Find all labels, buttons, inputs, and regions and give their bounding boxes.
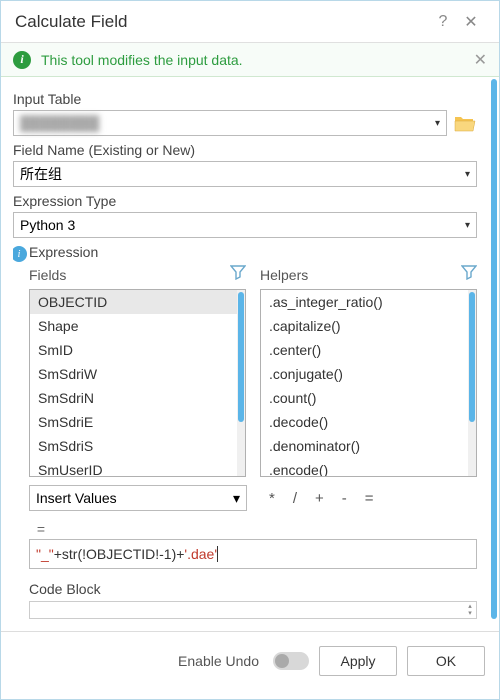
- window-title: Calculate Field: [15, 12, 429, 32]
- enable-undo-label: Enable Undo: [178, 653, 259, 669]
- close-icon[interactable]: ✕: [457, 12, 485, 32]
- input-table-value: ████████: [20, 115, 99, 131]
- filter-fields-icon[interactable]: [230, 264, 246, 285]
- field-name-label: Field Name (Existing or New): [13, 142, 477, 158]
- insert-values-dropdown[interactable]: Insert Values ▾: [29, 485, 247, 511]
- operator-button[interactable]: =: [365, 490, 374, 507]
- expression-label: Expression: [13, 244, 477, 260]
- chevron-down-icon: ▾: [233, 490, 240, 507]
- operator-button[interactable]: -: [342, 490, 347, 507]
- helpers-listbox[interactable]: .as_integer_ratio().capitalize().center(…: [260, 289, 477, 477]
- list-item[interactable]: SmSdriN: [30, 386, 237, 410]
- expression-type-value: Python 3: [20, 217, 75, 233]
- filter-helpers-icon[interactable]: [461, 264, 477, 285]
- helpers-panel-title: Helpers: [260, 267, 308, 283]
- operator-button[interactable]: *: [269, 490, 275, 507]
- list-item[interactable]: SmSdriS: [30, 434, 237, 458]
- list-item[interactable]: SmSdriE: [30, 410, 237, 434]
- list-item[interactable]: SmSdriW: [30, 362, 237, 386]
- input-table-dropdown[interactable]: ████████ ▾: [13, 110, 447, 136]
- expr-str1: "_": [36, 546, 54, 562]
- chevron-down-icon: ▾: [465, 220, 470, 231]
- list-item[interactable]: .count(): [261, 386, 468, 410]
- info-icon: i: [13, 51, 31, 69]
- info-banner-text: This tool modifies the input data.: [41, 52, 474, 68]
- list-item[interactable]: .as_integer_ratio(): [261, 290, 468, 314]
- operator-button[interactable]: +: [315, 490, 324, 507]
- code-block-input[interactable]: ▴▾: [29, 601, 477, 619]
- expression-type-dropdown[interactable]: Python 3 ▾: [13, 212, 477, 238]
- list-item[interactable]: .denominator(): [261, 434, 468, 458]
- field-name-value: 所在组: [20, 164, 62, 184]
- list-item[interactable]: Shape: [30, 314, 237, 338]
- scrollbar[interactable]: [468, 290, 476, 476]
- enable-undo-toggle[interactable]: [273, 652, 309, 670]
- dismiss-info-icon[interactable]: ✕: [474, 50, 487, 70]
- chevron-down-icon: ▾: [465, 169, 470, 180]
- code-block-label: Code Block: [13, 581, 477, 597]
- insert-values-label: Insert Values: [36, 490, 117, 506]
- expression-type-label: Expression Type: [13, 193, 477, 209]
- list-item[interactable]: .encode(): [261, 458, 468, 476]
- list-item[interactable]: .decode(): [261, 410, 468, 434]
- ok-button[interactable]: OK: [407, 646, 485, 676]
- browse-folder-icon[interactable]: [453, 112, 477, 134]
- help-icon[interactable]: ?: [429, 13, 457, 31]
- input-table-label: Input Table: [13, 91, 477, 107]
- list-item[interactable]: SmUserID: [30, 458, 237, 476]
- expr-text: +str(!OBJECTID!-1)+: [54, 546, 185, 562]
- fields-listbox[interactable]: OBJECTIDShapeSmIDSmSdriWSmSdriNSmSdriESm…: [29, 289, 246, 477]
- operator-button[interactable]: /: [293, 490, 297, 507]
- scrollbar[interactable]: ▴▾: [465, 603, 475, 617]
- chevron-down-icon: ▾: [435, 118, 440, 129]
- expression-input[interactable]: "_"+str(!OBJECTID!-1)+'.dae': [29, 539, 477, 569]
- expr-str2: '.dae': [184, 546, 217, 562]
- text-cursor: [217, 546, 218, 562]
- list-item[interactable]: SmID: [30, 338, 237, 362]
- field-name-dropdown[interactable]: 所在组 ▾: [13, 161, 477, 187]
- equals-label: =: [29, 521, 53, 537]
- apply-button[interactable]: Apply: [319, 646, 397, 676]
- list-item[interactable]: .conjugate(): [261, 362, 468, 386]
- list-item[interactable]: OBJECTID: [30, 290, 237, 314]
- fields-panel-title: Fields: [29, 267, 66, 283]
- scrollbar[interactable]: [237, 290, 245, 476]
- list-item[interactable]: .center(): [261, 338, 468, 362]
- list-item[interactable]: .capitalize(): [261, 314, 468, 338]
